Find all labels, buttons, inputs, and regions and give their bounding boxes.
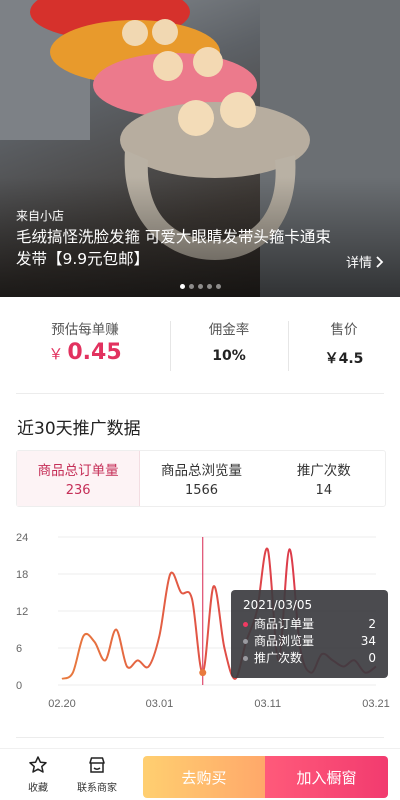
detail-label: 详情 [345, 256, 372, 271]
y-tick-label: 12 [16, 606, 28, 618]
tab-value: 236 [65, 483, 91, 498]
tab-label: 推广次数 [296, 463, 351, 479]
contact-seller-button[interactable]: 联系商家 [77, 755, 117, 794]
earn-value: 0.45 [67, 340, 122, 365]
y-tick-label: 18 [16, 569, 28, 581]
carousel-dot[interactable] [215, 284, 221, 289]
divider [16, 737, 384, 738]
star-icon [29, 756, 47, 773]
bottom-action-bar: 收藏 联系商家 去购买 加入橱窗 [0, 748, 400, 800]
rate-value: 10% [212, 348, 246, 364]
chart-tooltip: 2021/03/05 商品订单量 2 商品浏览量 34 推广次数 0 [231, 590, 388, 678]
earn-per-order: 预估每单赚 ￥ 0.45 [0, 305, 170, 387]
metric-tabs: 商品总订单量 236 商品总浏览量 1566 推广次数 14 [16, 450, 386, 507]
carousel-dot[interactable] [188, 284, 194, 289]
x-tick-label: 03.11 [254, 698, 281, 710]
sale-price: 售价 ￥4.5 [288, 305, 400, 387]
chevron-right-icon [376, 255, 384, 268]
rate-label: 佣金率 [208, 322, 250, 338]
price-value: ￥4.5 [324, 351, 364, 367]
tab-value: 1566 [184, 483, 219, 498]
x-tick-label: 03.01 [146, 698, 174, 710]
section-title: 近30天推广数据 [17, 419, 141, 439]
tab-label: 商品总订单量 [37, 463, 119, 479]
carousel-dot[interactable] [206, 284, 212, 289]
tooltip-row: 商品订单量 2 [243, 616, 376, 633]
tab-value: 14 [315, 483, 333, 498]
tooltip-row-value: 34 [360, 634, 376, 648]
promotions-dot-icon [243, 656, 248, 661]
detail-link[interactable]: 详情 [346, 252, 384, 271]
product-image-carousel[interactable]: 来自小店 毛绒搞怪洗脸发箍 可爱大眼睛发带头箍卡通束发带【9.9元包邮】 详情 [0, 0, 400, 297]
product-title: 毛绒搞怪洗脸发箍 可爱大眼睛发带头箍卡通束发带【9.9元包邮】 [16, 228, 331, 268]
tab-label: 商品总浏览量 [160, 463, 242, 479]
views-dot-icon [243, 639, 248, 644]
commission-rate: 佣金率 10% [170, 305, 288, 387]
tooltip-row: 商品浏览量 34 [243, 633, 376, 650]
tooltip-row-label: 推广次数 [254, 651, 303, 665]
carousel-indicator [0, 284, 400, 289]
tab-total-orders[interactable]: 商品总订单量 236 [17, 451, 141, 506]
shop-source-label: 来自小店 [16, 209, 65, 223]
carousel-dot[interactable] [197, 284, 203, 289]
favorite-button[interactable]: 收藏 [28, 755, 48, 794]
divider [16, 393, 384, 394]
y-tick-label: 6 [16, 643, 22, 655]
x-tick-label: 03.21 [362, 698, 390, 710]
highlighted-point [199, 669, 207, 677]
tooltip-date: 2021/03/05 [243, 598, 313, 612]
earn-label: 预估每单赚 [51, 322, 119, 338]
favorite-label: 收藏 [28, 783, 48, 794]
buy-button[interactable]: 去购买 [143, 756, 265, 798]
price-label: 售价 [330, 322, 358, 338]
commission-stats: 预估每单赚 ￥ 0.45 佣金率 10% 售价 ￥4.5 [0, 305, 400, 387]
y-tick-label: 24 [16, 532, 28, 544]
orders-dot-icon [243, 622, 248, 627]
y-tick-label: 0 [16, 680, 22, 692]
tooltip-row-label: 商品浏览量 [254, 634, 315, 648]
carousel-dot[interactable] [179, 284, 185, 289]
store-icon [89, 757, 105, 773]
tooltip-row: 推广次数 0 [243, 650, 376, 667]
tooltip-row-value: 0 [368, 651, 376, 665]
tooltip-row-value: 2 [368, 617, 376, 631]
tab-total-views[interactable]: 商品总浏览量 1566 [140, 451, 262, 506]
contact-label: 联系商家 [77, 783, 117, 794]
x-tick-label: 02.20 [48, 698, 76, 710]
add-to-showcase-button[interactable]: 加入橱窗 [265, 756, 388, 798]
tooltip-row-label: 商品订单量 [254, 617, 315, 631]
tab-promotion-count[interactable]: 推广次数 14 [263, 451, 385, 506]
earn-currency: ￥ [48, 345, 64, 363]
